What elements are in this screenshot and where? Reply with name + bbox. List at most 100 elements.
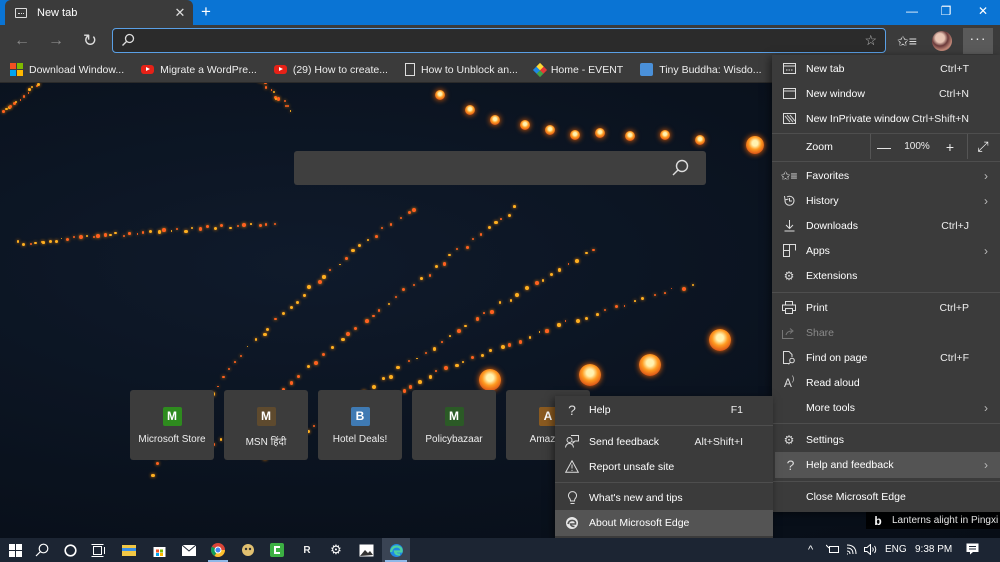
lantern-light	[498, 301, 502, 304]
screen: New tab ✕ + — ❐ ✕ ← → ↻ ☆ ✩≡ ··· Downloa…	[0, 0, 1000, 562]
read-aloud-icon: A)	[783, 375, 795, 390]
lantern-light	[507, 213, 512, 218]
lantern-light	[246, 345, 249, 348]
lantern-light	[408, 385, 413, 389]
bookmark-item[interactable]: How to Unblock an...	[404, 63, 518, 76]
tab-new-tab[interactable]: New tab ✕	[5, 0, 193, 25]
profile-avatar[interactable]	[932, 31, 952, 51]
bookmark-item[interactable]: Home - EVENT	[532, 62, 624, 77]
cortana-button[interactable]	[57, 538, 83, 562]
battery-tray-button[interactable]	[825, 538, 840, 562]
lantern-light	[136, 233, 139, 236]
menu-item-read-aloud[interactable]: A) Read aloud	[772, 370, 1000, 395]
start-button[interactable]	[2, 538, 28, 562]
menu-item-label: Share	[806, 326, 835, 339]
menu-item-settings[interactable]: ⚙ Settings	[772, 427, 1000, 452]
image-caption[interactable]: b Lanterns alight in Pingxi	[866, 512, 1000, 529]
quick-link-tile[interactable]: B Hotel Deals!	[318, 390, 402, 460]
menu-item-find-on-page[interactable]: Find on page Ctrl+F	[772, 345, 1000, 370]
volume-tray-button[interactable]	[864, 538, 877, 562]
bookmark-label: Home - EVENT	[550, 63, 624, 76]
lantern-light	[219, 224, 223, 228]
web-search-input[interactable]	[294, 151, 706, 185]
lantern-light	[500, 345, 505, 350]
lantern-light	[233, 360, 236, 363]
action-center-button[interactable]	[966, 538, 979, 562]
submenu-item-report-unsafe-site[interactable]: Report unsafe site	[555, 454, 773, 479]
task-view-button[interactable]	[85, 538, 111, 562]
menu-item-apps[interactable]: Apps ›	[772, 238, 1000, 263]
back-button[interactable]: ←	[9, 29, 35, 53]
file-explorer-button[interactable]	[116, 538, 142, 562]
lantern-light	[60, 237, 63, 240]
lantern-light	[318, 279, 322, 284]
settings-button[interactable]: ⚙	[323, 538, 349, 562]
quick-link-tile[interactable]: M MSN हिंदी	[224, 390, 308, 460]
bookmark-item[interactable]: Migrate a WordPre...	[141, 64, 257, 76]
network-tray-button[interactable]	[846, 538, 859, 562]
lantern-light	[2, 110, 5, 114]
bookmark-item[interactable]: Download Window...	[10, 63, 124, 76]
menu-item-share[interactable]: Share	[772, 320, 1000, 345]
menu-item-downloads[interactable]: Downloads Ctrl+J	[772, 213, 1000, 238]
submenu-item-help[interactable]: ? Help F1	[555, 397, 773, 422]
lantern-light	[389, 223, 393, 226]
photos-button[interactable]	[353, 538, 379, 562]
show-hidden-icons-button[interactable]: ^	[808, 538, 813, 562]
lantern-light	[358, 243, 362, 247]
close-window-button[interactable]: ✕	[966, 0, 1000, 25]
lantern-light	[518, 340, 523, 344]
submenu-item-whats-new[interactable]: What's new and tips	[555, 485, 773, 510]
lantern-light	[16, 240, 20, 244]
fullscreen-button[interactable]: ⤢	[968, 138, 998, 155]
chevron-right-icon: ›	[984, 400, 988, 415]
taskbar-search-button[interactable]	[29, 538, 55, 562]
lantern-light	[217, 385, 220, 388]
menu-item-new-window[interactable]: New window Ctrl+N	[772, 81, 1000, 106]
settings-and-more-button[interactable]: ···	[963, 28, 993, 54]
add-favorite-icon[interactable]: ☆	[864, 32, 877, 49]
menu-item-more-tools[interactable]: More tools ›	[772, 395, 1000, 420]
menu-item-history[interactable]: History ›	[772, 188, 1000, 213]
submenu-item-send-feedback[interactable]: Send feedback Alt+Shift+I	[555, 429, 773, 454]
app-r-button[interactable]: R	[294, 538, 320, 562]
quick-link-tile[interactable]: M Microsoft Store	[130, 390, 214, 460]
refresh-button[interactable]: ↻	[77, 29, 103, 53]
new-tab-button[interactable]: +	[196, 2, 216, 22]
close-tab-icon[interactable]: ✕	[169, 5, 191, 21]
input-language-button[interactable]: ENG	[885, 538, 907, 562]
lantern-light	[371, 384, 376, 389]
settings-icon: ⚙	[330, 542, 342, 557]
quick-link-tile[interactable]: M Policybazaar	[412, 390, 496, 460]
zoom-out-button[interactable]: —	[871, 139, 897, 155]
menu-item-close-microsoft-edge[interactable]: Close Microsoft Edge	[772, 484, 1000, 509]
camtasia-button[interactable]	[264, 538, 290, 562]
minimize-button[interactable]: —	[895, 0, 929, 25]
menu-item-print[interactable]: Print Ctrl+P	[772, 295, 1000, 320]
address-bar[interactable]: ☆	[112, 28, 886, 53]
menu-item-new-inprivate-window[interactable]: New InPrivate window Ctrl+Shift+N	[772, 106, 1000, 131]
store-button[interactable]	[146, 538, 172, 562]
lantern-light	[634, 299, 636, 302]
zoom-row: Zoom — 100% + ⤢	[772, 134, 1000, 159]
menu-item-extensions[interactable]: ⚙ Extensions	[772, 263, 1000, 288]
bookmark-item[interactable]: (29) How to create...	[273, 64, 388, 76]
zoom-in-button[interactable]: +	[937, 139, 963, 155]
clock[interactable]: 9:38 PM	[915, 538, 952, 562]
game-app-button[interactable]	[235, 538, 261, 562]
menu-item-new-tab[interactable]: New tab Ctrl+T	[772, 56, 1000, 81]
bookmark-item[interactable]: Tiny Buddha: Wisdo...	[640, 63, 762, 76]
lantern-light	[339, 263, 341, 266]
forward-button[interactable]: →	[43, 29, 69, 53]
menu-item-help-and-feedback[interactable]: ? Help and feedback ›	[775, 452, 1000, 478]
search-icon[interactable]	[671, 159, 689, 177]
favorites-button[interactable]: ✩≡	[895, 30, 919, 52]
lantern-light	[128, 232, 131, 235]
mail-button[interactable]	[176, 538, 202, 562]
maximize-button[interactable]: ❐	[929, 0, 963, 25]
submenu-item-about-microsoft-edge[interactable]: About Microsoft Edge	[555, 510, 773, 536]
menu-item-favorites[interactable]: ✩≡ Favorites ›	[772, 163, 1000, 188]
chrome-button[interactable]	[205, 538, 231, 562]
lantern-light	[283, 99, 287, 103]
edge-taskbar-button[interactable]	[382, 538, 410, 562]
